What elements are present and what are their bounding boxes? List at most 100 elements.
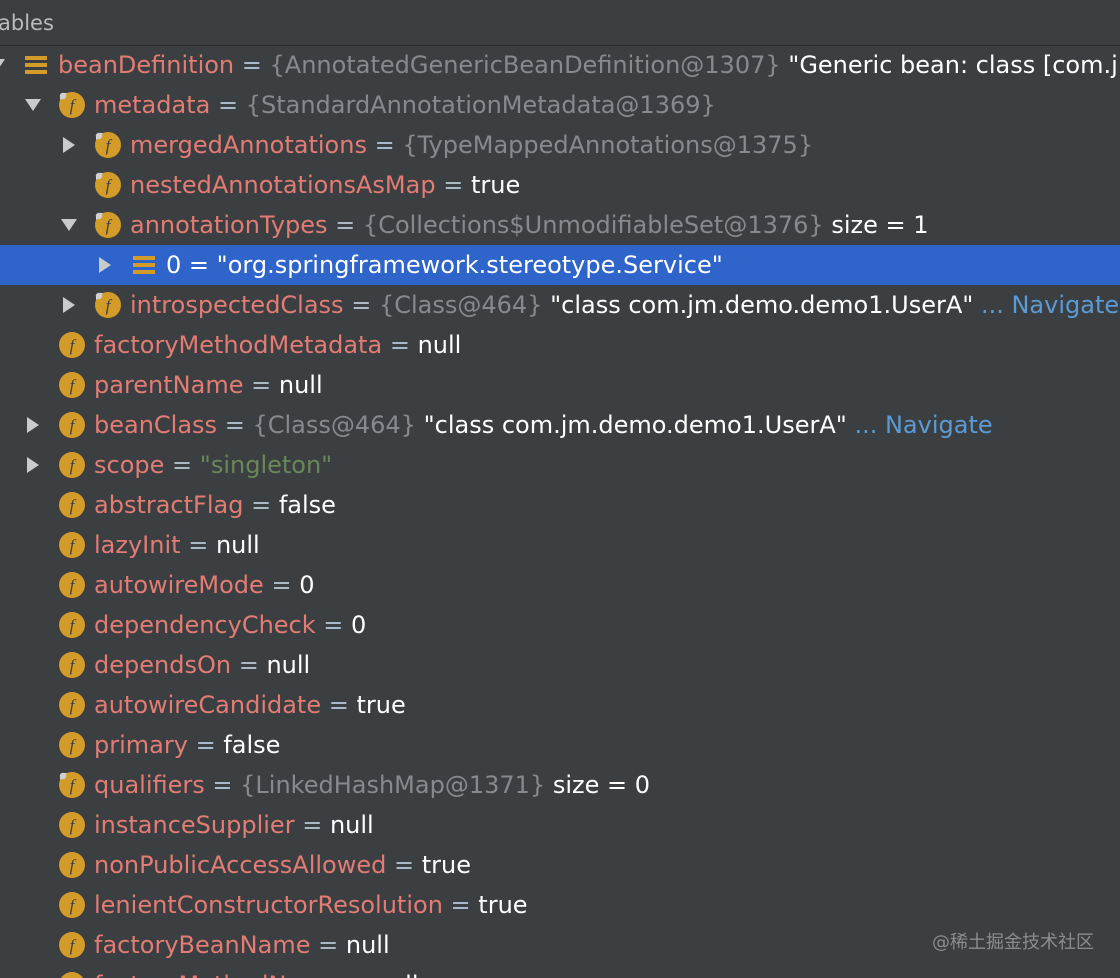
tree-row-non-public-access-allowed[interactable]: f nonPublicAccessAllowed = true: [0, 845, 1120, 885]
equals-sign: =: [188, 251, 210, 279]
tree-row-label: beanClass = {Class@464} "class com.jm.de…: [94, 405, 993, 445]
equals-sign: =: [450, 891, 471, 919]
tree-row-depends-on[interactable]: f dependsOn = null: [0, 645, 1120, 685]
field-value: "class com.jm.demo.demo1.UserA": [423, 411, 847, 439]
tree-row-label: abstractFlag = false: [94, 485, 336, 525]
equals-sign: =: [238, 651, 259, 679]
tree-row-lenient-constructor-resolution[interactable]: f lenientConstructorResolution = true: [0, 885, 1120, 925]
tree-row-bean-class[interactable]: f beanClass = {Class@464} "class com.jm.d…: [0, 405, 1120, 445]
equals-sign: =: [217, 91, 239, 119]
tree-row-label: mergedAnnotations = {TypeMappedAnnotatio…: [130, 125, 813, 165]
variables-panel: ables beanDefinition = {AnnotatedGeneric…: [0, 0, 1120, 978]
final-field-icon: f: [58, 771, 86, 799]
field-name: factoryMethodName: [94, 971, 339, 978]
tree-row-factory-method-metadata[interactable]: f factoryMethodMetadata = null: [0, 325, 1120, 365]
field-icon: f: [58, 691, 86, 719]
equals-sign: =: [251, 491, 272, 519]
object-reference: {AnnotatedGenericBeanDefinition@1307}: [269, 51, 781, 79]
equals-sign: =: [251, 371, 272, 399]
tree-row-abstract-flag[interactable]: f abstractFlag = false: [0, 485, 1120, 525]
field-icon: f: [58, 571, 86, 599]
tree-row-autowire-candidate[interactable]: f autowireCandidate = true: [0, 685, 1120, 725]
expand-arrow-right-icon[interactable]: [59, 135, 79, 155]
field-value: true: [356, 691, 406, 719]
tree-row-lazy-init[interactable]: f lazyInit = null: [0, 525, 1120, 565]
tree-row-label: dependencyCheck = 0: [94, 605, 366, 645]
equals-sign: =: [241, 51, 262, 79]
equals-sign: =: [188, 531, 209, 559]
field-icon: f: [58, 611, 86, 639]
tree-row-merged-annotations[interactable]: f mergedAnnotations = {TypeMappedAnnotati…: [0, 125, 1120, 165]
field-value: null: [329, 811, 374, 839]
field-value: null: [417, 331, 462, 359]
final-field-icon: f: [94, 131, 122, 159]
field-icon: f: [58, 531, 86, 559]
tree-row-factory-method-name[interactable]: f factoryMethodName = null: [0, 965, 1120, 978]
tree-row-label: 0 = "org.springframework.stereotype.Serv…: [166, 245, 723, 285]
field-name: introspectedClass: [130, 291, 344, 319]
tree-row-label: parentName = null: [94, 365, 323, 405]
field-name: factoryMethodMetadata: [94, 331, 383, 359]
field-name: lenientConstructorResolution: [94, 891, 443, 919]
tree-row-primary[interactable]: f primary = false: [0, 725, 1120, 765]
field-icon: f: [58, 851, 86, 879]
field-name: factoryBeanName: [94, 931, 311, 959]
field-name: parentName: [94, 371, 244, 399]
tree-row-dependency-check[interactable]: f dependencyCheck = 0: [0, 605, 1120, 645]
tree-row-label: lazyInit = null: [94, 525, 260, 565]
watermark: @稀土掘金技术社区: [932, 932, 1094, 953]
navigate-link[interactable]: Navigate: [1011, 291, 1119, 319]
object-reference: {StandardAnnotationMetadata@1369}: [245, 91, 716, 119]
equals-sign: =: [394, 851, 415, 879]
tree-row-scope[interactable]: f scope = "singleton": [0, 445, 1120, 485]
ellipsis: ...: [854, 411, 878, 439]
expand-arrow-down-icon[interactable]: [59, 215, 79, 235]
final-field-icon: f: [58, 91, 86, 119]
tree-row-item-0[interactable]: 0 = "org.springframework.stereotype.Serv…: [0, 245, 1120, 285]
tree-row-label: factoryMethodName = null: [94, 965, 419, 978]
tree-row-parent-name[interactable]: f parentName = null: [0, 365, 1120, 405]
tree-row-metadata[interactable]: f metadata = {StandardAnnotationMetadata@…: [0, 85, 1120, 125]
field-name: 0: [166, 251, 182, 279]
field-value: 0: [351, 611, 367, 639]
tree-row-label: introspectedClass = {Class@464} "class c…: [130, 285, 1119, 325]
tree-row-annotation-types[interactable]: f annotationTypes = {Collections$Unmodifi…: [0, 205, 1120, 245]
field-value: null: [345, 931, 390, 959]
field-value: false: [278, 491, 336, 519]
expand-arrow-right-icon[interactable]: [23, 415, 43, 435]
tree-row-introspected-class[interactable]: f introspectedClass = {Class@464} "class …: [0, 285, 1120, 325]
field-value: 0: [299, 571, 315, 599]
object-reference: {Class@464}: [378, 291, 543, 319]
field-icon: f: [58, 411, 86, 439]
equals-sign: =: [212, 771, 233, 799]
object-reference: {Collections$UnmodifiableSet@1376}: [362, 211, 824, 239]
ellipsis: ...: [980, 291, 1004, 319]
tree-row-nested-annotations-as-map[interactable]: f nestedAnnotationsAsMap = true: [0, 165, 1120, 205]
navigate-link[interactable]: Navigate: [885, 411, 993, 439]
field-name: scope: [94, 451, 165, 479]
panel-title: ables: [0, 11, 54, 35]
field-icon: f: [58, 811, 86, 839]
expand-arrow-right-icon[interactable]: [23, 455, 43, 475]
field-name: annotationTypes: [130, 211, 328, 239]
object-reference: {TypeMappedAnnotations@1375}: [402, 131, 814, 159]
collection-size: size = 0: [552, 771, 650, 799]
tree-row-bean-definition[interactable]: beanDefinition = {AnnotatedGenericBeanDe…: [0, 45, 1120, 85]
equals-sign: =: [443, 171, 464, 199]
field-icon: f: [58, 331, 86, 359]
field-name: abstractFlag: [94, 491, 244, 519]
expand-arrow-right-icon[interactable]: [59, 295, 79, 315]
expand-arrow-down-icon[interactable]: [23, 95, 43, 115]
final-field-icon: f: [94, 291, 122, 319]
tree-row-autowire-mode[interactable]: f autowireMode = 0: [0, 565, 1120, 605]
tree-row-instance-supplier[interactable]: f instanceSupplier = null: [0, 805, 1120, 845]
field-name: metadata: [94, 91, 211, 119]
tree-row-qualifiers[interactable]: f qualifiers = {LinkedHashMap@1371} size …: [0, 765, 1120, 805]
field-name: dependsOn: [94, 651, 232, 679]
equals-sign: =: [172, 451, 193, 479]
tree-row-label: dependsOn = null: [94, 645, 310, 685]
field-name: nestedAnnotationsAsMap: [130, 171, 436, 199]
expand-arrow-down-icon[interactable]: [0, 55, 7, 75]
expand-arrow-right-icon[interactable]: [95, 255, 115, 275]
list-icon: [22, 51, 50, 79]
